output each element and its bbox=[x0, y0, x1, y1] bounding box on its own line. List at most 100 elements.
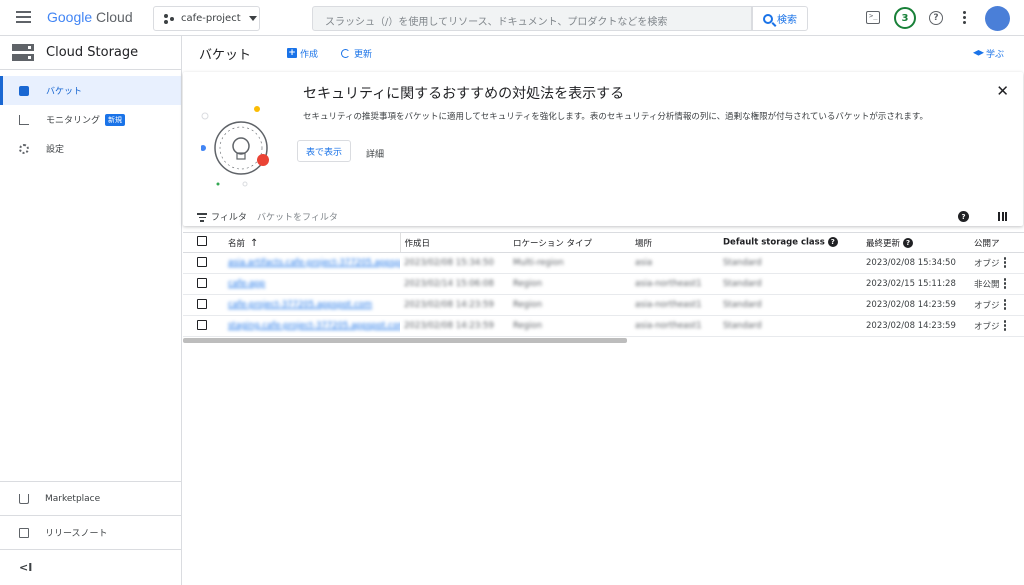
location-cell: asia-northeast1 bbox=[631, 273, 719, 295]
project-name: cafe-project bbox=[181, 13, 241, 24]
sidebar-item-settings[interactable]: 設定 bbox=[0, 134, 181, 163]
close-icon[interactable]: ✕ bbox=[996, 82, 1009, 100]
column-display-icon[interactable] bbox=[998, 212, 1007, 221]
help-icon[interactable]: ? bbox=[929, 11, 943, 25]
page-header: バケット + 作成 更新 学ぶ bbox=[183, 36, 1024, 70]
create-label: 作成 bbox=[300, 49, 319, 60]
view-in-table-button[interactable]: 表で表示 bbox=[297, 140, 351, 162]
google-cloud-logo[interactable]: Google Cloud bbox=[47, 9, 133, 25]
lightbulb-illustration-icon bbox=[201, 106, 269, 187]
search-input[interactable]: スラッシュ（/）を使用してリソース、ドキュメント、プロダクトなどを検索 bbox=[312, 6, 752, 31]
new-badge: 新規 bbox=[105, 113, 126, 126]
horizontal-scrollbar[interactable] bbox=[183, 338, 627, 343]
sidebar-item-marketplace[interactable]: Marketplace bbox=[0, 481, 182, 515]
logo-cloud-text: Cloud bbox=[96, 9, 133, 25]
search-icon bbox=[763, 13, 773, 24]
learn-button[interactable]: 学ぶ bbox=[972, 47, 1004, 60]
notes-icon bbox=[19, 527, 29, 538]
public-access-value: オブジ bbox=[974, 258, 1000, 269]
created-cell: 2023/02/08 14:23:59 bbox=[400, 294, 509, 316]
row-actions-icon[interactable] bbox=[1003, 257, 1007, 269]
main-content: バケット + 作成 更新 学ぶ セキュリティに関するおすすめの対処法を表示する bbox=[183, 36, 1024, 585]
updated-label: 最終更新 bbox=[866, 238, 901, 249]
school-cap-icon bbox=[972, 50, 984, 56]
column-header-location-type[interactable]: ロケーション タイプ bbox=[509, 232, 631, 253]
storage-class-cell: Standard bbox=[719, 294, 862, 316]
collapse-sidebar-button[interactable]: <I bbox=[0, 549, 182, 585]
storage-class-cell: Standard bbox=[719, 252, 862, 274]
row-select-cell bbox=[183, 273, 224, 295]
sidebar-item-monitoring[interactable]: モニタリング 新規 bbox=[0, 105, 181, 134]
refresh-button[interactable]: 更新 bbox=[341, 47, 372, 60]
column-header-public-access[interactable]: 公開ア bbox=[970, 232, 1024, 253]
learn-more-link[interactable]: 詳細 bbox=[366, 147, 384, 160]
bucket-name-link[interactable]: cafe-app bbox=[228, 279, 265, 289]
logo-google-text: Google bbox=[47, 9, 93, 25]
table-row[interactable]: staging.cafe-project-377205.appspot.com 2… bbox=[183, 315, 1024, 337]
sidebar-item-buckets[interactable]: バケット bbox=[0, 76, 181, 105]
sidebar-item-label: Marketplace bbox=[45, 493, 101, 504]
more-options-icon[interactable] bbox=[963, 11, 967, 26]
cloud-storage-icon bbox=[12, 44, 34, 61]
row-select-cell bbox=[183, 294, 224, 316]
select-all-checkbox[interactable] bbox=[197, 236, 207, 246]
row-checkbox[interactable] bbox=[197, 319, 207, 330]
storage-class-label: Default storage class bbox=[723, 237, 825, 248]
row-checkbox[interactable] bbox=[197, 277, 207, 288]
column-header-created[interactable]: 作成日 bbox=[399, 232, 509, 253]
project-icon bbox=[164, 13, 175, 24]
column-header-name[interactable]: 名前 ↑ bbox=[224, 232, 400, 253]
sidebar-item-release-notes[interactable]: リリースノート bbox=[0, 515, 182, 549]
table-row[interactable]: cafe-project-377205.appspot.com 2023/02/0… bbox=[183, 294, 1024, 316]
filter-label[interactable]: フィルタ bbox=[211, 210, 247, 223]
filter-icon[interactable] bbox=[197, 213, 207, 224]
chart-icon bbox=[19, 114, 29, 125]
bucket-name-link[interactable]: cafe-project-377205.appspot.com bbox=[228, 300, 372, 310]
created-cell: 2023/02/08 15:34:50 bbox=[400, 252, 509, 274]
row-checkbox[interactable] bbox=[197, 298, 207, 309]
row-actions-icon[interactable] bbox=[1003, 299, 1007, 311]
updated-cell: 2023/02/15 15:11:28 bbox=[862, 273, 970, 295]
bucket-name-link[interactable]: staging.cafe-project-377205.appspot.com bbox=[228, 321, 400, 331]
select-all-cell bbox=[183, 232, 224, 253]
cloud-shell-terminal-icon[interactable]: >_ bbox=[866, 11, 880, 24]
sidebar-item-label: リリースノート bbox=[45, 529, 108, 539]
updated-cell: 2023/02/08 14:23:59 bbox=[862, 315, 970, 337]
column-header-updated[interactable]: 最終更新? bbox=[862, 232, 970, 253]
notifications-badge[interactable]: 3 bbox=[894, 7, 916, 29]
refresh-label: 更新 bbox=[354, 49, 373, 60]
created-cell: 2023/02/14 15:06:08 bbox=[400, 273, 509, 295]
table-row[interactable]: cafe-app 2023/02/14 15:06:08 Region asia-no… bbox=[183, 273, 1024, 295]
bucket-icon bbox=[19, 85, 29, 96]
bucket-name-link[interactable]: asia.artifacts.cafe-project-377205.appsp… bbox=[228, 258, 400, 268]
public-access-cell: オブジ bbox=[970, 252, 1024, 274]
top-bar: Google Cloud cafe-project スラッシュ（/）を使用してリ… bbox=[0, 0, 1024, 36]
sidebar-item-label: バケット bbox=[46, 87, 83, 97]
sort-ascending-icon[interactable]: ↑ bbox=[250, 238, 258, 249]
help-icon[interactable]: ? bbox=[827, 237, 838, 248]
filter-input[interactable]: バケットをフィルタ bbox=[257, 210, 338, 223]
refresh-icon bbox=[341, 48, 351, 58]
create-button[interactable]: + 作成 bbox=[287, 47, 318, 60]
storage-class-cell: Standard bbox=[719, 273, 862, 295]
row-actions-icon[interactable] bbox=[1003, 278, 1007, 290]
row-actions-icon[interactable] bbox=[1003, 320, 1007, 332]
help-icon[interactable]: ? bbox=[903, 238, 914, 248]
avatar[interactable] bbox=[985, 6, 1010, 31]
public-access-value: 非公開 bbox=[974, 279, 1000, 290]
banner-title: セキュリティに関するおすすめの対処法を表示する bbox=[303, 86, 625, 102]
location-type-cell: Region bbox=[509, 294, 631, 316]
hamburger-menu-icon[interactable] bbox=[16, 11, 31, 23]
column-header-location[interactable]: 場所 bbox=[631, 232, 719, 253]
page-title: バケット bbox=[199, 47, 252, 63]
column-header-storage-class[interactable]: Default storage class? bbox=[719, 232, 862, 253]
row-select-cell bbox=[183, 315, 224, 337]
search-button[interactable]: 検索 bbox=[752, 6, 808, 31]
location-type-cell: Region bbox=[509, 273, 631, 295]
row-checkbox[interactable] bbox=[197, 256, 207, 267]
sidebar-item-label: モニタリング bbox=[46, 116, 101, 126]
table-row[interactable]: asia.artifacts.cafe-project-377205.appsp… bbox=[183, 252, 1024, 274]
banner-description: セキュリティの推奨事項をバケットに適用してセキュリティを強化します。表のセキュリ… bbox=[303, 112, 929, 122]
help-icon[interactable]: ? bbox=[958, 211, 969, 222]
project-selector[interactable]: cafe-project bbox=[153, 6, 260, 31]
